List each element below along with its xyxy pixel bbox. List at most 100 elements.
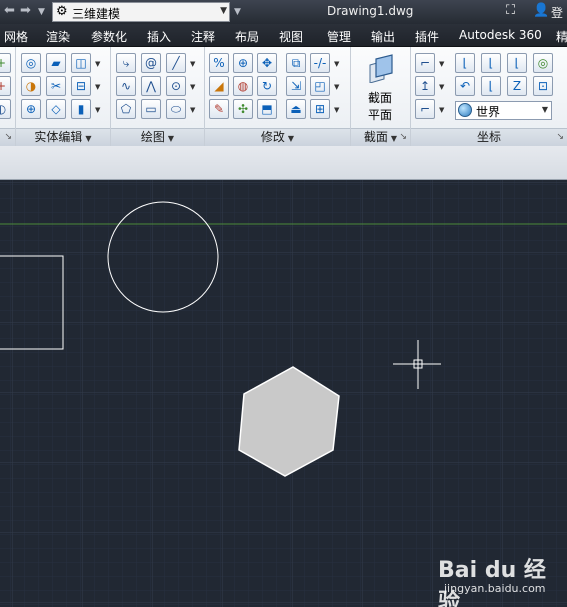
tab-annotate[interactable]: 注释 (191, 28, 215, 45)
drawing-canvas[interactable]: Bai du 经验 jingyan.baidu.com (0, 180, 567, 607)
panel-title-solid-edit[interactable]: 实体编辑 (34, 130, 82, 144)
back-arrow-icon[interactable]: ⬅ (4, 3, 15, 18)
spline-icon[interactable]: ∿ (116, 76, 136, 96)
chevron-down-icon[interactable]: ▼ (334, 83, 339, 91)
tab-view[interactable]: 视图 (279, 28, 303, 45)
line-icon[interactable]: ╱ (166, 53, 186, 73)
ucs-world-icon[interactable]: ⌊ (481, 76, 501, 96)
tab-manage[interactable]: 管理 (327, 28, 351, 45)
ucs-origin-icon[interactable]: ⌊ (481, 53, 501, 73)
ucs-select[interactable]: 世界 ▼ (455, 101, 552, 120)
chevron-down-icon[interactable]: ▼ (439, 60, 444, 68)
extrude-faces-icon[interactable]: ▰ (46, 53, 66, 73)
tab-parametric[interactable]: 参数化 (91, 28, 127, 45)
drawing-surface[interactable] (0, 180, 567, 607)
ucs-named-icon[interactable]: ⌊ (455, 53, 475, 73)
spline-cv-icon[interactable]: ⋀ (141, 76, 161, 96)
watermark-brand: Bai du 经验 (438, 558, 546, 607)
3d-move-icon[interactable]: ⊕ (233, 53, 253, 73)
mesh-edit-icon[interactable]: + (0, 76, 11, 96)
3d-align-icon[interactable]: ⇲ (286, 76, 306, 96)
panel-launcher-icon[interactable]: ↘ (399, 129, 407, 146)
polygon-icon[interactable]: ⬠ (116, 99, 136, 119)
3d-mirror-icon[interactable]: ⧉ (286, 53, 306, 73)
forward-arrow-icon[interactable]: ➡ (20, 3, 31, 18)
chevron-down-icon[interactable]: ▼ (439, 106, 444, 114)
box-icon[interactable]: ◫ (71, 53, 91, 73)
tab-autodesk-360[interactable]: Autodesk 360 (459, 28, 542, 42)
mesh-convert-icon[interactable]: ◐ (0, 99, 11, 119)
panel-title-modify[interactable]: 修改 (261, 130, 285, 144)
chevron-down-icon[interactable]: ▼ (190, 60, 195, 68)
intersect-icon[interactable]: ⊕ (21, 99, 41, 119)
tab-featured[interactable]: 精 (556, 28, 567, 45)
panel-title-coordinates[interactable]: 坐标 (477, 130, 501, 144)
chevron-down-icon[interactable]: ▼ (85, 134, 91, 143)
panel-launcher-icon[interactable]: ↘ (556, 129, 564, 146)
separate-icon[interactable]: ⊟ (71, 76, 91, 96)
3d-scale-icon[interactable]: ✣ (233, 99, 253, 119)
ucs-z-icon[interactable]: Z (507, 76, 527, 96)
3d-array-icon[interactable]: ⏏ (286, 99, 306, 119)
sign-in-label[interactable]: 登 (551, 4, 563, 21)
ucs-select-value: 世界 (476, 105, 501, 119)
chevron-down-icon[interactable]: ▼ (439, 83, 444, 91)
ucs-view-icon[interactable]: ◎ (533, 53, 553, 73)
offset-edge-icon[interactable]: ◢ (209, 76, 229, 96)
binoculars-icon[interactable]: ⛶ (506, 3, 515, 18)
tab-insert[interactable]: 插入 (147, 28, 171, 45)
ucs-x-icon[interactable]: ↥ (415, 76, 435, 96)
array-icon[interactable]: ⊞ (310, 99, 330, 119)
workspace-selector[interactable]: ⚙ 三维建模 ▼ (52, 2, 230, 22)
ucs-3point-icon[interactable]: ⌊ (507, 53, 527, 73)
chevron-down-icon: ▼ (220, 6, 227, 16)
slice-icon[interactable]: ✂ (46, 76, 66, 96)
helix-icon[interactable]: @ (141, 53, 161, 73)
circle-icon[interactable]: ⊙ (166, 76, 186, 96)
trim-icon[interactable]: -/- (310, 53, 330, 73)
chevron-down-icon[interactable]: ▼ (334, 106, 339, 114)
panel-title-draw[interactable]: 绘图 (141, 130, 165, 144)
chevron-down-icon[interactable]: ▼ (95, 83, 100, 91)
chevron-down-icon[interactable]: ▼ (168, 134, 174, 143)
subtract-icon[interactable]: ◑ (21, 76, 41, 96)
tab-strip (0, 146, 567, 180)
tab-mesh[interactable]: 网格 (4, 28, 28, 45)
chevron-down-icon[interactable]: ▼ (288, 134, 294, 143)
3d-rotate-icon[interactable]: ◍ (233, 76, 253, 96)
rectangle-icon[interactable]: ▭ (141, 99, 161, 119)
chevron-down-icon[interactable]: ▼ (391, 134, 397, 143)
ucs-face-icon[interactable]: ⌐ (415, 99, 435, 119)
union-icon[interactable]: ◎ (21, 53, 41, 73)
mesh-add-icon[interactable]: + (0, 53, 11, 73)
tab-output[interactable]: 输出 (371, 28, 395, 45)
qat-more-icon[interactable]: ▼ (234, 7, 241, 17)
move-icon[interactable]: ✥ (257, 53, 277, 73)
polyline-icon[interactable]: ⤷ (116, 53, 136, 73)
user-icon[interactable]: 👤 (533, 3, 549, 18)
ucs-previous-icon[interactable]: ↶ (455, 76, 475, 96)
ucs-object-icon[interactable]: ⊡ (533, 76, 553, 96)
panel-title-section[interactable]: 截面 (364, 130, 388, 144)
tab-render[interactable]: 渲染 (46, 28, 70, 45)
chevron-down-icon[interactable]: ▼ (95, 60, 100, 68)
watermark-url: jingyan.baidu.com (444, 582, 546, 595)
panel-modify: % ⊕ ✥ ⧉ -/- ▼ ◢ ◍ ↻ ⇲ ◰ ▼ ✎ ✣ ⬒ ⏏ ⊞ ▼ 修改… (205, 47, 351, 146)
shell-icon[interactable]: ◇ (46, 99, 66, 119)
panel-launcher-icon[interactable]: ↘ (4, 129, 12, 146)
fillet-icon[interactable]: % (209, 53, 229, 73)
dropdown-icon[interactable]: ▼ (38, 7, 45, 17)
scale-icon[interactable]: ⬒ (257, 99, 277, 119)
brush-icon[interactable]: ✎ (209, 99, 229, 119)
ellipse-icon[interactable]: ⬭ (166, 99, 186, 119)
chevron-down-icon[interactable]: ▼ (190, 83, 195, 91)
tab-plugins[interactable]: 插件 (415, 28, 439, 45)
chevron-down-icon[interactable]: ▼ (334, 60, 339, 68)
chevron-down-icon[interactable]: ▼ (95, 106, 100, 114)
rotate-icon[interactable]: ↻ (257, 76, 277, 96)
chevron-down-icon[interactable]: ▼ (190, 106, 195, 114)
tab-layout[interactable]: 布局 (235, 28, 259, 45)
imprint-icon[interactable]: ▮ (71, 99, 91, 119)
stretch-icon[interactable]: ◰ (310, 76, 330, 96)
ucs-icon[interactable]: ⌐ (415, 53, 435, 73)
